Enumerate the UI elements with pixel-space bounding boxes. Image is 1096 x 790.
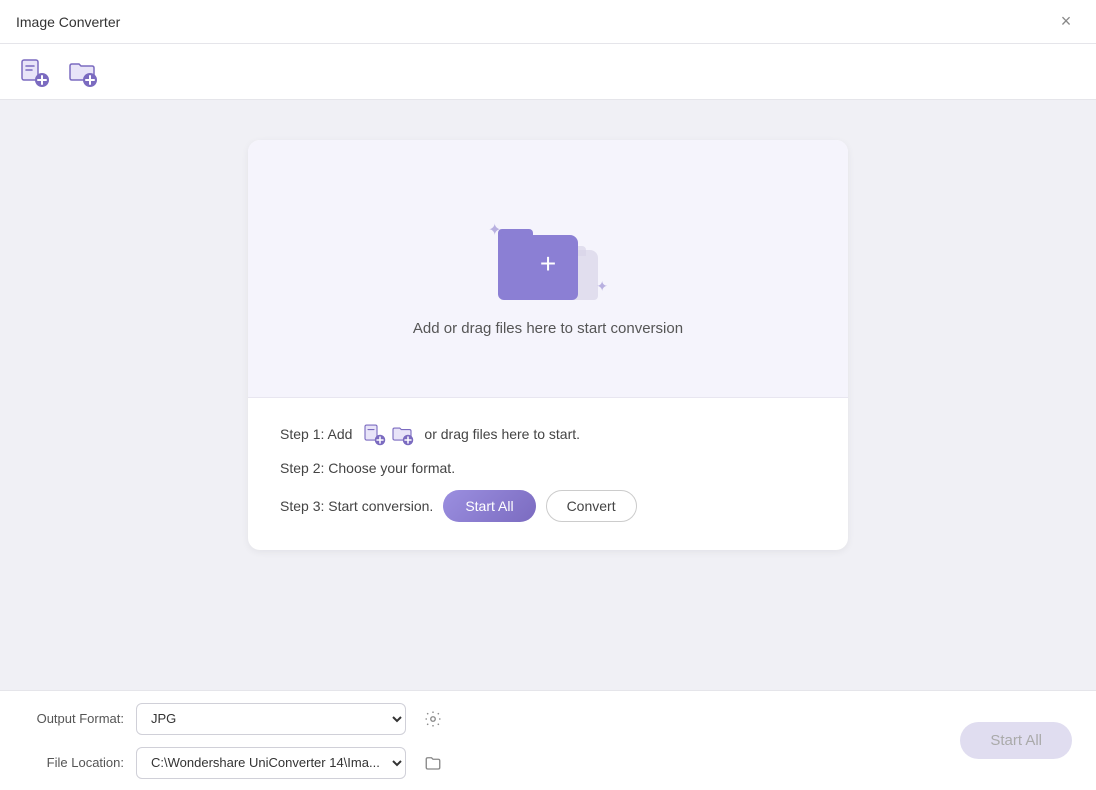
start-all-bottom-button: Start All [960, 722, 1072, 759]
add-folder-icon [66, 56, 98, 88]
bottom-fields: Output Format: JPG PNG BMP GIF TIFF WEBP… [24, 703, 448, 779]
step-add-file-icon [362, 422, 386, 446]
file-location-row: File Location: C:\Wondershare UniConvert… [24, 747, 448, 779]
step-3-text: Step 3: Start conversion. [280, 498, 433, 514]
steps-panel: Step 1: Add [248, 398, 848, 550]
step-1-row: Step 1: Add [280, 422, 816, 446]
step-1-suffix: or drag files here to start. [424, 426, 580, 442]
settings-icon [424, 710, 442, 728]
step-3-actions: Start All Convert [443, 490, 636, 522]
add-file-icon [18, 56, 50, 88]
app-title: Image Converter [16, 14, 120, 30]
main-content: + ✦ ✦ Add or drag files here to start co… [0, 100, 1096, 690]
add-folder-button[interactable] [64, 54, 100, 90]
step-1-text: Step 1: Add [280, 426, 352, 442]
step-1-icons [362, 422, 414, 446]
sparkle-left-icon: ✦ [488, 220, 501, 240]
file-location-select[interactable]: C:\Wondershare UniConverter 14\Ima... [136, 747, 406, 779]
drop-card: + ✦ ✦ Add or drag files here to start co… [248, 140, 848, 550]
step-2-row: Step 2: Choose your format. [280, 460, 816, 476]
title-bar: Image Converter × [0, 0, 1096, 44]
file-location-folder-button[interactable] [418, 748, 448, 778]
sparkle-right-icon: ✦ [596, 278, 608, 295]
convert-button[interactable]: Convert [546, 490, 637, 522]
add-file-button[interactable] [16, 54, 52, 90]
folder-illustration: + ✦ ✦ [488, 200, 608, 300]
close-button[interactable]: × [1052, 8, 1080, 36]
output-format-settings-button[interactable] [418, 704, 448, 734]
step-3-row: Step 3: Start conversion. Start All Conv… [280, 490, 816, 522]
folder-main-body: + [498, 235, 578, 300]
output-format-label: Output Format: [24, 711, 124, 726]
file-location-label: File Location: [24, 755, 124, 770]
output-format-select[interactable]: JPG PNG BMP GIF TIFF WEBP [136, 703, 406, 735]
open-folder-icon [424, 754, 442, 772]
step-2-text: Step 2: Choose your format. [280, 460, 455, 476]
folder-plus-icon: + [540, 250, 556, 278]
step-add-folder-icon [390, 422, 414, 446]
output-format-row: Output Format: JPG PNG BMP GIF TIFF WEBP [24, 703, 448, 735]
title-bar-left: Image Converter [16, 14, 120, 30]
toolbar [0, 44, 1096, 100]
bottom-bar: Output Format: JPG PNG BMP GIF TIFF WEBP… [0, 690, 1096, 790]
drop-area[interactable]: + ✦ ✦ Add or drag files here to start co… [248, 140, 848, 398]
drop-label: Add or drag files here to start conversi… [413, 320, 683, 337]
start-all-button[interactable]: Start All [443, 490, 535, 522]
